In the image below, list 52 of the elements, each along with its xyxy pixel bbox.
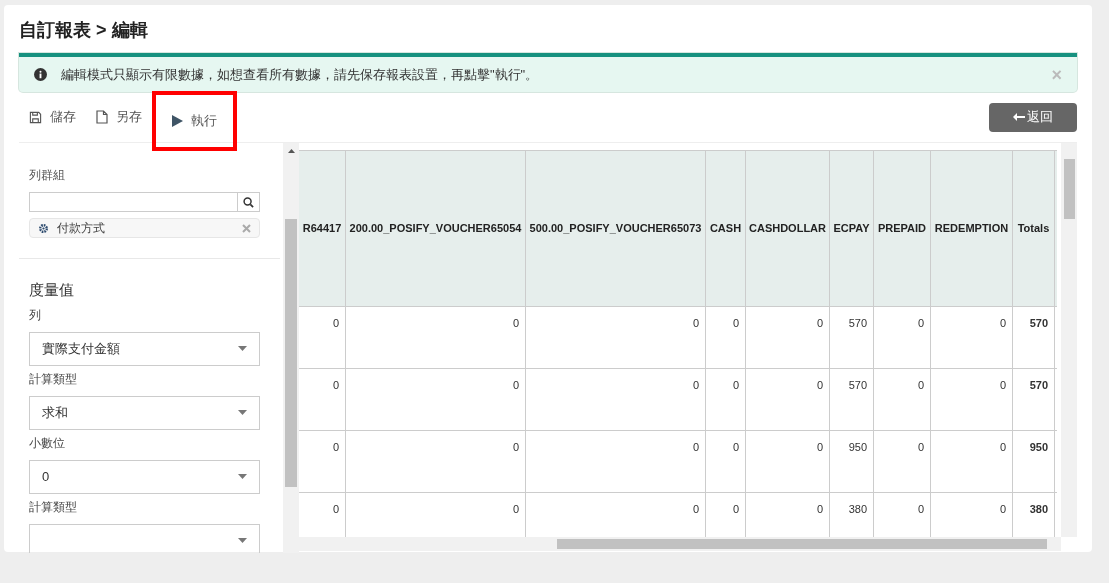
table-cell: 0 <box>299 307 346 368</box>
column-header: REDEMPTION <box>931 151 1013 306</box>
back-button[interactable]: 返回 <box>989 102 1077 132</box>
toolbar-button[interactable]: 儲存 <box>19 107 86 127</box>
table-cell: 0 <box>931 307 1013 368</box>
alert-message: 編輯模式只顯示有限數據，如想查看所有數據，請先保存報表設置，再點擊"執行"。 <box>61 65 539 84</box>
table-cell: 0 <box>746 307 830 368</box>
table-cell: 0 <box>874 307 931 368</box>
field-label: 計算類型 <box>29 370 78 388</box>
dropdown[interactable]: 實際支付金額 <box>29 331 260 366</box>
table-cell: 0 <box>706 431 746 492</box>
table-cell: 570 <box>830 307 874 368</box>
table-cell: 0 <box>931 431 1013 492</box>
table-cell: 0 <box>874 369 931 430</box>
table-cell: 0 <box>526 369 706 430</box>
column-header: PREPAID <box>874 151 931 306</box>
column-header: 500.00_POSIFY_VOUCHER65073 <box>526 151 706 306</box>
table-cell: 0 <box>346 369 526 430</box>
dropdown[interactable]: 0 <box>29 459 260 494</box>
field-label: 計算類型 <box>29 498 78 516</box>
table-cell: 0 <box>706 307 746 368</box>
dropdown[interactable]: 求和 <box>29 395 260 430</box>
toolbar-button[interactable]: 另存 <box>86 107 152 127</box>
column-header: R64417 <box>299 151 346 306</box>
table-cell: 0 <box>299 369 346 430</box>
table-cell: 0 <box>746 369 830 430</box>
column-header: CASHDOLLAR <box>746 151 830 306</box>
chip-label: 付款方式 <box>57 220 105 237</box>
column-header: CASH <box>706 151 746 306</box>
column-header: 200.00_POSIFY_VOUCHER65054 <box>346 151 526 306</box>
table-cell: 570 <box>1013 369 1055 430</box>
field-label: 小數位 <box>29 434 66 452</box>
table-cell: 0 <box>346 431 526 492</box>
table-cell: 0 <box>706 369 746 430</box>
toolbar-button[interactable]: 執行 <box>152 91 237 151</box>
table-cell: 570 <box>830 369 874 430</box>
table-cell: 950 <box>1013 431 1055 492</box>
table-cell: 570 <box>1013 307 1055 368</box>
table-cell: 0 <box>299 431 346 492</box>
table-cell: 0 <box>346 307 526 368</box>
table-cell: 0 <box>874 431 931 492</box>
table-cell: 0 <box>746 431 830 492</box>
field-label: 列群組 <box>29 167 66 184</box>
field-label: 列 <box>29 306 42 324</box>
section-title: 度量值 <box>29 280 75 300</box>
table-cell: 950 <box>830 431 874 492</box>
column-header: Totals <box>1013 151 1055 306</box>
table-cell: 0 <box>526 307 706 368</box>
table-cell: 0 <box>526 431 706 492</box>
table-cell: 0 <box>931 369 1013 430</box>
page-title: 自訂報表 > 編輯 <box>19 19 149 42</box>
column-header: ECPAY <box>830 151 874 306</box>
